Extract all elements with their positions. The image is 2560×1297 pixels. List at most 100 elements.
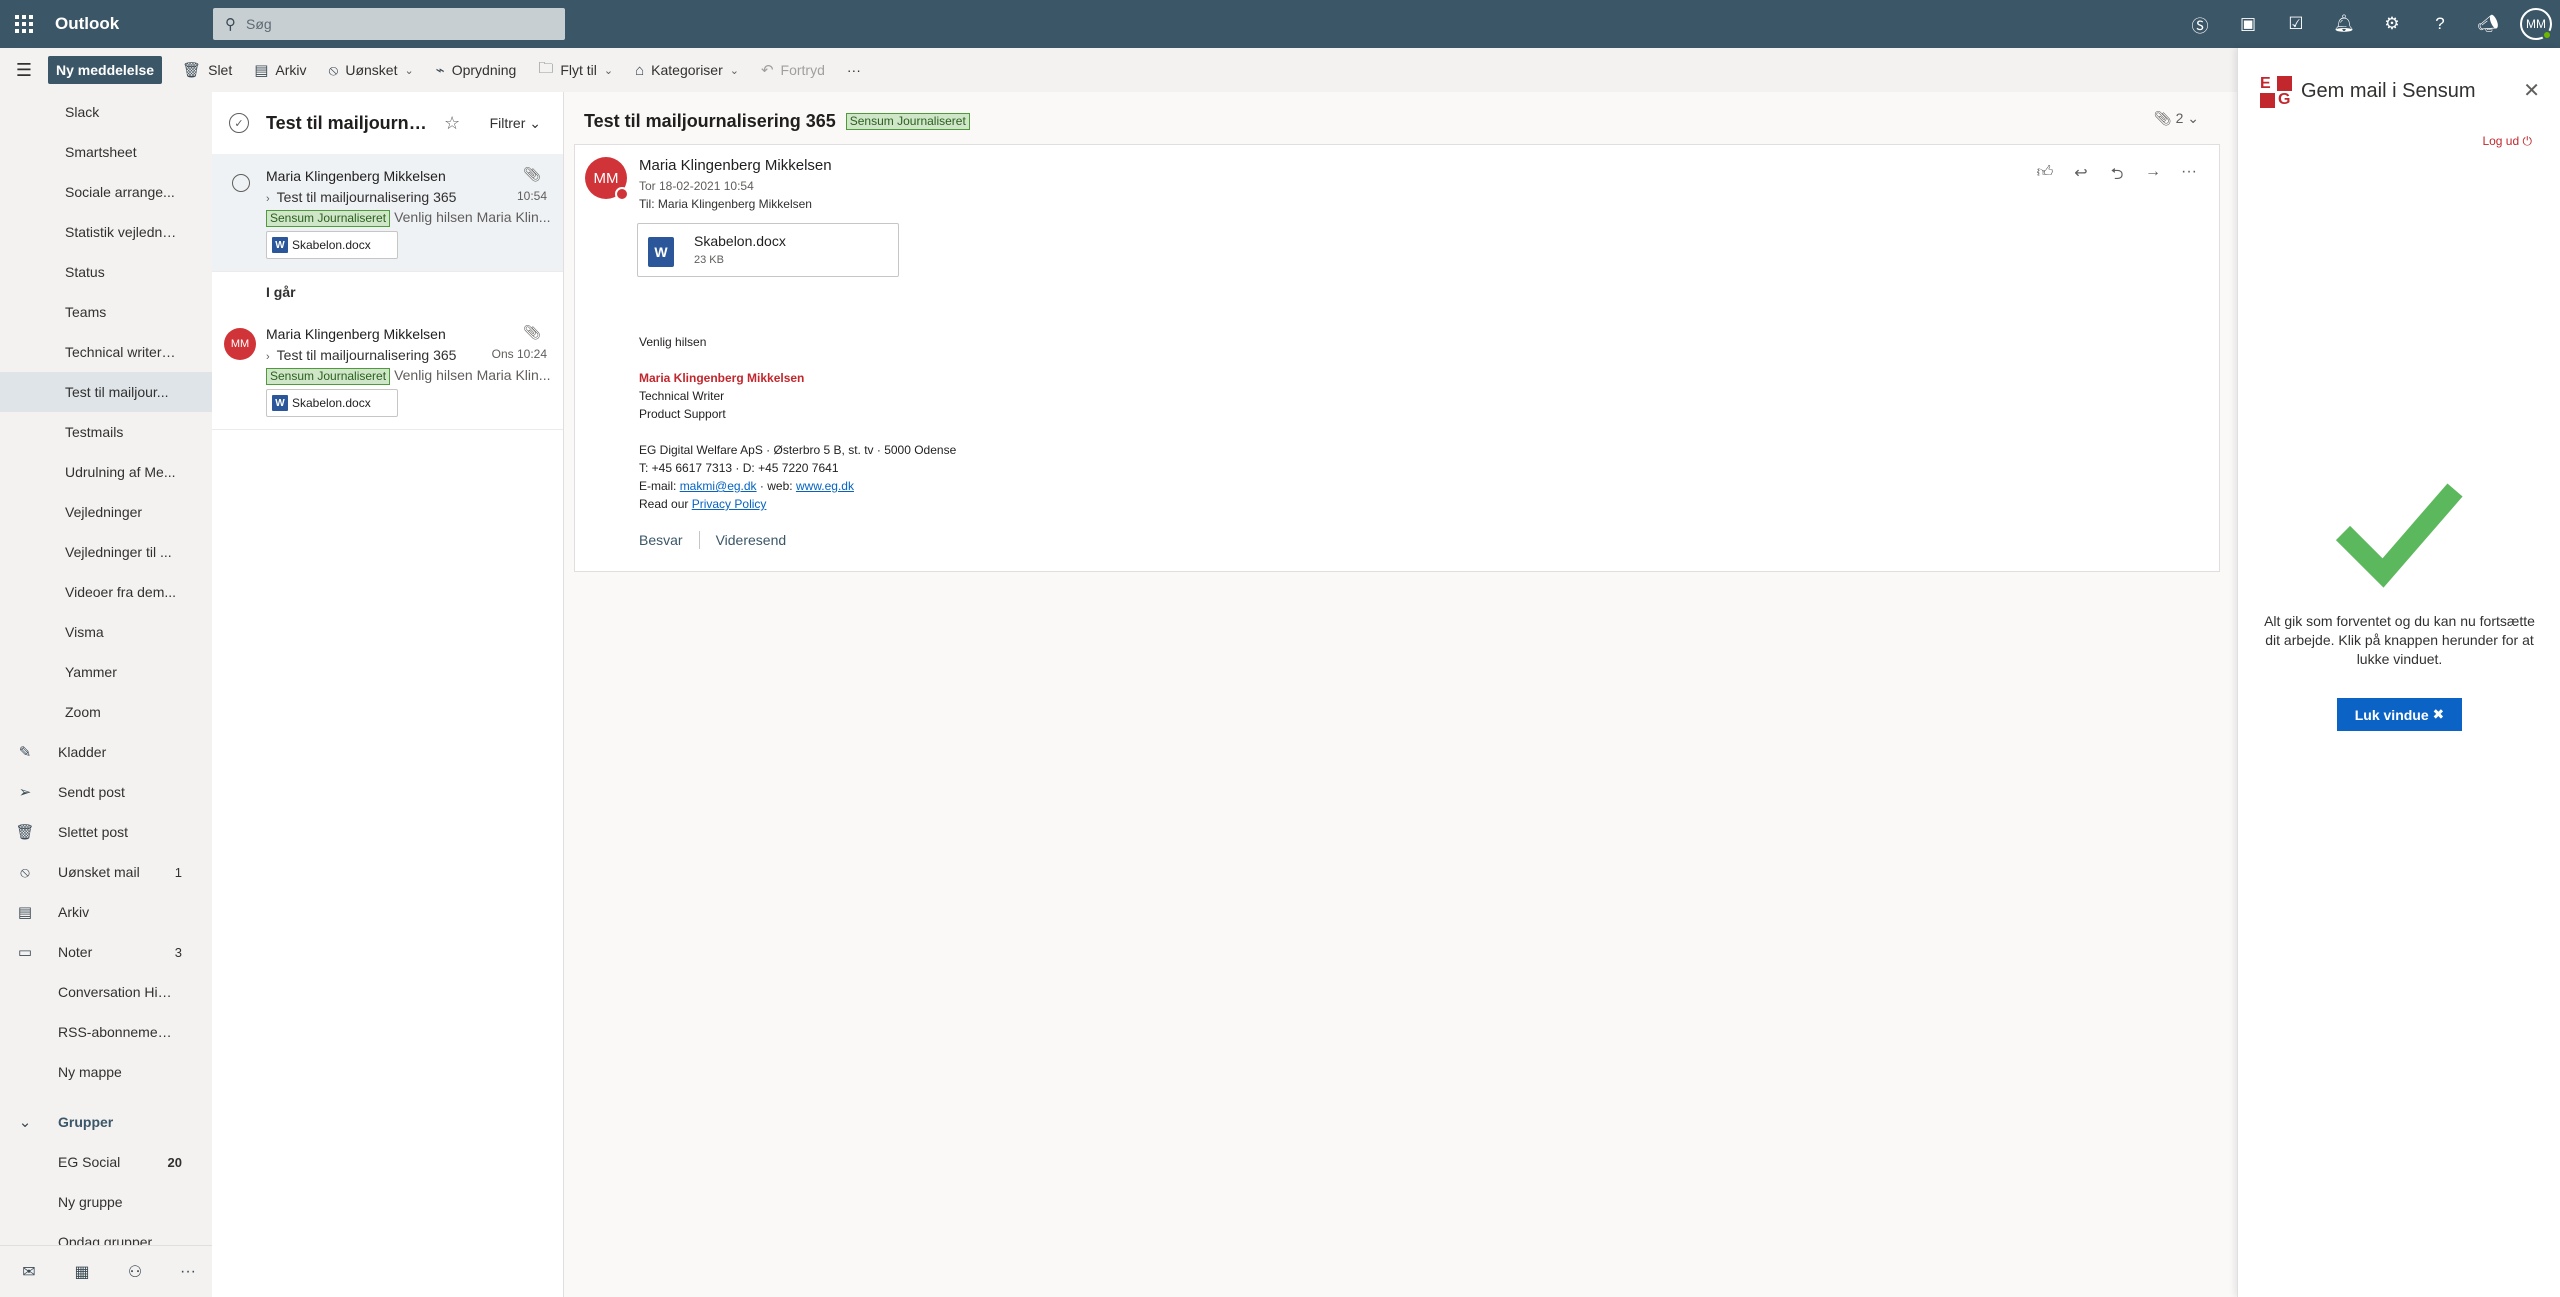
folder-item[interactable]: Yammer — [0, 652, 212, 692]
chevron-down-icon: ⌄ — [529, 114, 541, 131]
filter-label: Filtrer — [489, 114, 526, 131]
folder-label: Videoer fra dem... — [65, 584, 177, 600]
message-item[interactable]: Maria Klingenberg Mikkelsen 📎︎ › Test til… — [212, 154, 563, 272]
folder-item[interactable]: Teams — [0, 292, 212, 332]
attachment-chip[interactable]: W Skabelon.docx — [266, 231, 398, 259]
folder-item[interactable]: Ny mappe — [0, 1052, 212, 1092]
junk-button[interactable]: ⦸ Uønsket ⌄ — [329, 48, 426, 92]
email-subject: Test til mailjournalisering 365 Sensum J… — [584, 111, 974, 132]
folder-item[interactable]: ▭ Noter 3 — [0, 932, 212, 972]
skype-icon[interactable]: Ⓢ — [2176, 0, 2224, 48]
todo-icon[interactable]: ☑ — [2272, 0, 2320, 48]
megaphone-icon[interactable]: 📣︎ — [2464, 0, 2512, 48]
favorite-star-icon[interactable]: ☆ — [444, 113, 460, 134]
folder-label: Visma — [65, 624, 104, 640]
folder-item[interactable]: ⦸ Uønsket mail 1 — [0, 852, 212, 892]
more-actions-button[interactable]: ··· — [847, 48, 873, 92]
folder-item[interactable]: RSS-abonnementer — [0, 1012, 212, 1052]
recipient-name[interactable]: Maria Klingenberg Mikkelsen — [658, 197, 812, 211]
search-input[interactable]: ⚲ Søg — [213, 8, 565, 40]
attachment-count-button[interactable]: 📎︎ 2 ⌄ — [2154, 110, 2199, 127]
account-avatar[interactable]: MM — [2520, 8, 2552, 40]
folder-item[interactable]: Sociale arrange... — [0, 172, 212, 212]
folder-item[interactable]: Technical writer ... — [0, 332, 212, 372]
folder-item[interactable]: Zoom — [0, 692, 212, 732]
undo-button[interactable]: ↶ Fortryd — [761, 48, 837, 92]
folder-item[interactable]: Visma — [0, 612, 212, 652]
more-apps-icon[interactable]: ··· — [164, 1263, 212, 1281]
app-launcher-button[interactable] — [0, 0, 48, 48]
folder-item[interactable]: Slack — [0, 92, 212, 132]
select-message-radio[interactable] — [232, 174, 250, 192]
office-icon[interactable]: ▣ — [2224, 0, 2272, 48]
archive-button[interactable]: ▤ Arkiv — [254, 48, 318, 92]
email-sender[interactable]: Maria Klingenberg Mikkelsen — [639, 157, 832, 174]
move-to-button[interactable]: 🗀 Flyt til ⌄ — [538, 48, 625, 92]
folder-label: EG Social — [58, 1154, 121, 1170]
filter-button[interactable]: Filtrer ⌄ — [490, 115, 541, 132]
reply-all-icon[interactable]: ⮌ — [2099, 163, 2135, 190]
folder-item[interactable]: Videoer fra dem... — [0, 572, 212, 612]
mail-icon[interactable]: ✉ — [5, 1262, 53, 1282]
folder-item[interactable]: Test til mailjour... — [0, 372, 212, 412]
word-icon: W — [272, 395, 288, 411]
email-card: MM Maria Klingenberg Mikkelsen Tor 18-02… — [574, 144, 2220, 572]
email-link[interactable]: makmi@eg.dk — [680, 479, 757, 493]
groups-header[interactable]: ⌄ Grupper — [0, 1102, 212, 1142]
reply-button[interactable]: Besvar — [639, 532, 683, 548]
folder-item[interactable]: Vejledninger til ... — [0, 532, 212, 572]
addin-title: Gem mail i Sensum — [2301, 80, 2476, 102]
chevron-right-icon[interactable]: › — [266, 351, 270, 363]
attachment-chip[interactable]: W Skabelon.docx — [266, 389, 398, 417]
categorize-label: Kategoriser — [651, 62, 723, 78]
web-link[interactable]: www.eg.dk — [796, 479, 854, 493]
delete-button[interactable]: 🗑︎ Slet — [182, 48, 244, 92]
help-icon[interactable]: ? — [2416, 0, 2464, 48]
chevron-down-icon[interactable]: ⌄ — [730, 64, 739, 77]
folder-move-icon: 🗀 — [538, 59, 554, 77]
chevron-down-icon[interactable]: ⌄ — [604, 64, 613, 77]
folder-item[interactable]: Udrulning af Me... — [0, 452, 212, 492]
folder-item[interactable]: Testmails — [0, 412, 212, 452]
folder-label: Status — [65, 264, 105, 280]
folder-item[interactable]: Smartsheet — [0, 132, 212, 172]
group-item[interactable]: Opdag grupper — [0, 1222, 212, 1245]
more-icon[interactable]: ··· — [2171, 163, 2207, 190]
close-icon[interactable]: ✕ — [2523, 78, 2540, 103]
group-item[interactable]: EG Social 20 — [0, 1142, 212, 1182]
categorize-button[interactable]: ⌂ Kategoriser ⌄ — [635, 48, 751, 92]
reply-icon[interactable]: ↩ — [2063, 163, 2099, 190]
select-all-checkbox[interactable]: ✓ — [229, 113, 249, 133]
chevron-down-icon[interactable]: ⌄ — [404, 64, 413, 77]
folder-item[interactable]: ▤ Arkiv — [0, 892, 212, 932]
privacy-policy-link[interactable]: Privacy Policy — [692, 497, 767, 511]
bell-icon[interactable]: 🔔︎ — [2320, 0, 2368, 48]
folder-item[interactable]: Vejledninger — [0, 492, 212, 532]
folder-item[interactable]: ✎ Kladder — [0, 732, 212, 772]
message-subject-text: Test til mailjournalisering 365 — [276, 347, 457, 363]
forward-button[interactable]: Videresend — [716, 532, 787, 548]
chevron-right-icon[interactable]: › — [266, 193, 270, 205]
group-item[interactable]: Ny gruppe — [0, 1182, 212, 1222]
message-item[interactable]: MM Maria Klingenberg Mikkelsen 📎︎ › Test … — [212, 312, 563, 430]
calendar-icon[interactable]: ▦ — [58, 1262, 106, 1282]
sweep-button[interactable]: ⌁ Oprydning — [436, 48, 529, 92]
people-icon[interactable]: ⚇ — [111, 1262, 159, 1282]
folder-item[interactable]: Conversation Hist... — [0, 972, 212, 1012]
hamburger-menu-icon[interactable]: ☰ — [0, 48, 48, 92]
folder-item[interactable]: Statistik vejledni... — [0, 212, 212, 252]
folder-item[interactable]: 🗑︎ Slettet post — [0, 812, 212, 852]
like-icon[interactable]: 👍︎ — [2027, 163, 2063, 190]
delete-label: Slet — [208, 62, 233, 78]
app-name[interactable]: Outlook — [55, 14, 215, 34]
category-tag: Sensum Journaliseret — [266, 210, 391, 227]
close-window-button[interactable]: Luk vindue ✖ — [2337, 698, 2462, 731]
folder-item[interactable]: Status — [0, 252, 212, 292]
gear-icon[interactable]: ⚙ — [2368, 0, 2416, 48]
attachment-card[interactable]: W Skabelon.docx 23 KB — [637, 223, 899, 277]
folder-item[interactable]: ➢ Sendt post — [0, 772, 212, 812]
logout-link[interactable]: Log ud ⏻ — [2482, 134, 2532, 149]
forward-icon[interactable]: → — [2135, 163, 2171, 190]
reading-pane: Test til mailjournalisering 365 Sensum J… — [564, 92, 2237, 1297]
new-message-button[interactable]: Ny meddelelse — [48, 56, 163, 84]
